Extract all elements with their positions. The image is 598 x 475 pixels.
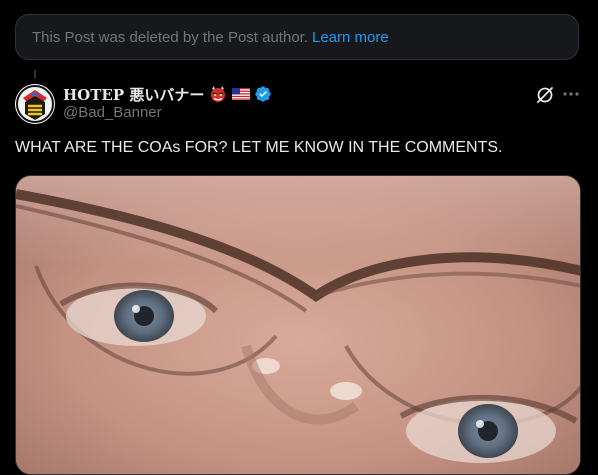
us-flag-icon bbox=[232, 85, 251, 103]
author-name-row: HOTEP 悪いバナー bbox=[63, 83, 272, 105]
post-image[interactable] bbox=[15, 175, 581, 475]
verified-badge-icon bbox=[254, 85, 272, 103]
post-photo-icon bbox=[16, 176, 580, 474]
thread-connector-line bbox=[34, 70, 36, 78]
author-display-name[interactable]: HOTEP 悪いバナー bbox=[63, 84, 204, 105]
deleted-post-notice: This Post was deleted by the Post author… bbox=[15, 14, 579, 60]
author-handle[interactable]: @Bad_Banner bbox=[63, 104, 162, 121]
post-text: WHAT ARE THE COAs FOR? LET ME KNOW IN TH… bbox=[15, 139, 503, 156]
deleted-notice-text: This Post was deleted by the Post author… bbox=[32, 28, 308, 46]
more-options-icon[interactable] bbox=[561, 84, 581, 104]
avatar-logo-icon bbox=[15, 84, 55, 124]
learn-more-link[interactable]: Learn more bbox=[312, 29, 389, 46]
avatar[interactable] bbox=[15, 84, 55, 124]
grok-icon[interactable] bbox=[535, 85, 555, 105]
oni-mask-icon bbox=[209, 85, 227, 103]
